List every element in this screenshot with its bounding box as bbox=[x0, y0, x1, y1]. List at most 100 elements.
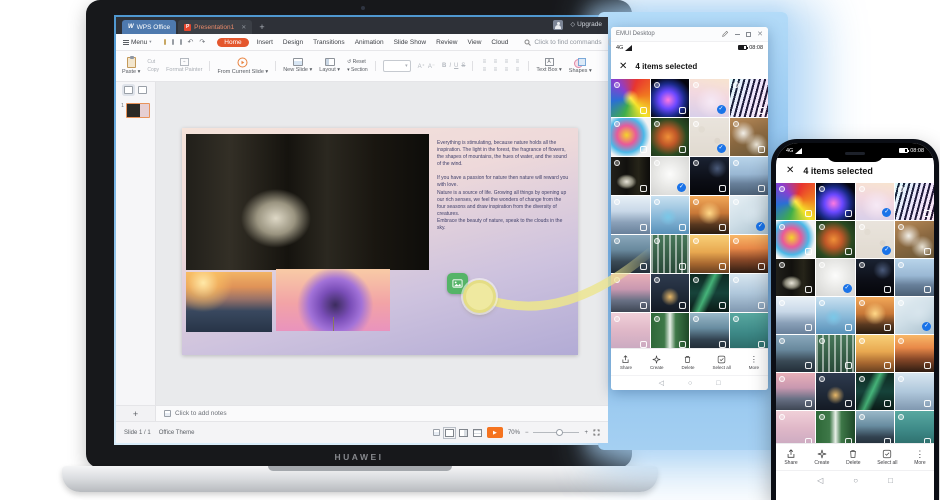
checkbox-empty-icon[interactable] bbox=[805, 400, 812, 407]
emui-window-titlebar[interactable]: EMUI Desktop ✕ bbox=[611, 27, 768, 42]
tab-design[interactable]: Design bbox=[281, 38, 305, 47]
photo-thumb-pink-snow-path[interactable] bbox=[611, 313, 650, 348]
checkbox-empty-icon[interactable] bbox=[924, 286, 931, 293]
recents-button[interactable]: □ bbox=[716, 380, 720, 387]
photo-thumb-forest-bride[interactable] bbox=[611, 157, 650, 195]
photo-thumb-pink-snow-path[interactable] bbox=[776, 411, 815, 444]
checkbox-empty-icon[interactable] bbox=[845, 248, 852, 255]
slide-editing-area[interactable]: Everything is stimulating, because natur… bbox=[156, 82, 608, 405]
back-button[interactable]: ◁ bbox=[817, 476, 823, 500]
photo-thumb-rocky-coast[interactable] bbox=[856, 411, 895, 444]
from-current-slide-button[interactable]: From Current Slide ▾ bbox=[217, 57, 268, 75]
checkbox-empty-icon[interactable] bbox=[805, 324, 812, 331]
photo-thumb-river-boats[interactable] bbox=[895, 411, 934, 444]
photo-thumb-neon-flower[interactable] bbox=[816, 183, 855, 220]
photo-thumb-jungle-waterfall[interactable] bbox=[651, 313, 690, 348]
photo-thumb-rainbow-flower[interactable] bbox=[611, 79, 650, 117]
redo-icon[interactable]: ↷ bbox=[199, 39, 205, 46]
photo-thumb-snowy-blue-peak[interactable] bbox=[895, 373, 934, 410]
photo-thumb-waterfall-cascades[interactable] bbox=[651, 235, 690, 273]
photo-thumb-rainbow-flower[interactable] bbox=[776, 183, 815, 220]
photo-thumb-piano-keys[interactable] bbox=[895, 183, 934, 220]
checkbox-empty-icon[interactable] bbox=[805, 286, 812, 293]
paste-button[interactable]: Paste ▾ bbox=[122, 57, 140, 75]
photo-thumb-butterfly-flowers[interactable] bbox=[816, 221, 855, 258]
zoom-in-button[interactable]: + bbox=[584, 430, 588, 436]
drag-cursor-indicator[interactable] bbox=[463, 280, 496, 313]
wps-office-tab[interactable]: W WPS Office bbox=[122, 20, 176, 34]
slide-photo-forest-bride[interactable] bbox=[186, 134, 429, 270]
command-search[interactable]: Click to find commands bbox=[524, 39, 601, 46]
checkbox-empty-icon[interactable] bbox=[758, 107, 765, 114]
checkbox-empty-icon[interactable] bbox=[719, 224, 726, 231]
checkbox-empty-icon[interactable] bbox=[924, 248, 931, 255]
tab-animation[interactable]: Animation bbox=[353, 38, 386, 47]
layout-button[interactable]: Layout ▾ bbox=[319, 58, 340, 73]
checkbox-empty-icon[interactable] bbox=[805, 362, 812, 369]
photo-thumb-night-trees[interactable] bbox=[856, 259, 895, 296]
photo-thumb-white-flowers-autumn[interactable] bbox=[895, 221, 934, 258]
checkbox-empty-icon[interactable] bbox=[805, 248, 812, 255]
close-icon[interactable]: ✕ bbox=[757, 31, 763, 38]
increase-font-icon[interactable]: A⁺ bbox=[418, 63, 425, 70]
photo-thumb-blue-dress-lake[interactable] bbox=[651, 196, 690, 234]
pen-icon[interactable] bbox=[721, 30, 729, 38]
checkbox-empty-icon[interactable] bbox=[640, 341, 647, 348]
photo-thumb-city-dusk[interactable] bbox=[611, 274, 650, 312]
shapes-button[interactable]: Shapes ▾ bbox=[569, 58, 592, 74]
checkbox-empty-icon[interactable] bbox=[640, 302, 647, 309]
photo-thumb-piano-keys[interactable] bbox=[730, 79, 769, 117]
reset-button[interactable]: ↺ Reset bbox=[347, 59, 368, 65]
notes-toggle-icon[interactable] bbox=[433, 429, 440, 436]
slide-photo-purple-flower[interactable] bbox=[276, 269, 390, 331]
format-painter-button[interactable]: ⌁ Format Painter bbox=[166, 58, 202, 73]
photo-thumb-pebbles[interactable]: ✓ bbox=[690, 118, 729, 156]
slideshow-play-button[interactable]: ▶ bbox=[487, 427, 503, 438]
account-avatar[interactable] bbox=[553, 20, 563, 30]
copy-button[interactable]: Copy bbox=[147, 67, 159, 73]
checkbox-empty-icon[interactable] bbox=[845, 210, 852, 217]
tab-cloud[interactable]: Cloud bbox=[489, 38, 510, 47]
italic-button[interactable]: I bbox=[449, 63, 451, 69]
photo-thumb-bridge-night[interactable] bbox=[651, 274, 690, 312]
photo-thumb-aurora[interactable] bbox=[856, 373, 895, 410]
print-icon[interactable] bbox=[180, 39, 182, 45]
photo-thumb-jungle-waterfall[interactable] bbox=[816, 411, 855, 444]
photo-thumb-lake-rocks[interactable]: ✓ bbox=[730, 196, 769, 234]
new-slide-button[interactable]: New Slide ▾ bbox=[283, 58, 312, 73]
undo-icon[interactable]: ↶ bbox=[188, 39, 194, 46]
home-button[interactable]: ○ bbox=[853, 476, 858, 500]
home-button[interactable]: ○ bbox=[688, 380, 692, 387]
tab-review[interactable]: Review bbox=[434, 38, 459, 47]
photo-thumb-river-boats[interactable] bbox=[730, 313, 769, 348]
minimize-icon[interactable] bbox=[735, 34, 740, 35]
recents-button[interactable]: □ bbox=[888, 476, 893, 500]
document-tab[interactable]: P Presentation1 ✕ bbox=[178, 20, 252, 34]
open-file-icon[interactable] bbox=[164, 39, 166, 45]
checkbox-empty-icon[interactable] bbox=[884, 324, 891, 331]
checkbox-empty-icon[interactable] bbox=[719, 185, 726, 192]
photo-thumb-bridge-night[interactable] bbox=[816, 373, 855, 410]
photo-thumb-gray-flower[interactable]: ✓ bbox=[651, 157, 690, 195]
photo-thumb-sea-stacks[interactable] bbox=[776, 335, 815, 372]
photo-thumb-snowy-valley[interactable] bbox=[776, 297, 815, 334]
tab-insert[interactable]: Insert bbox=[255, 38, 275, 47]
tab-slide-show[interactable]: Slide Show bbox=[392, 38, 429, 47]
photo-thumb-butterfly-flowers[interactable] bbox=[651, 118, 690, 156]
photo-thumb-snowy-valley[interactable] bbox=[611, 196, 650, 234]
checkbox-empty-icon[interactable] bbox=[884, 400, 891, 407]
add-slide-button[interactable]: + bbox=[116, 405, 156, 421]
checkbox-empty-icon[interactable] bbox=[845, 362, 852, 369]
photo-thumb-sunset-tree[interactable] bbox=[690, 196, 729, 234]
photo-thumb-night-trees[interactable] bbox=[690, 157, 729, 195]
photo-thumb-rainbow-bird-art[interactable] bbox=[611, 118, 650, 156]
section-button[interactable]: ▾ Section bbox=[347, 67, 368, 73]
slides-view-toggle[interactable] bbox=[124, 86, 133, 94]
cancel-selection-icon[interactable]: ✕ bbox=[619, 61, 627, 72]
checkbox-empty-icon[interactable] bbox=[679, 302, 686, 309]
checkbox-empty-icon[interactable] bbox=[679, 107, 686, 114]
photo-thumb-lake-rocks[interactable]: ✓ bbox=[895, 297, 934, 334]
checkbox-empty-icon[interactable] bbox=[679, 224, 686, 231]
checkbox-empty-icon[interactable] bbox=[924, 210, 931, 217]
photo-thumb-golden-field[interactable] bbox=[690, 235, 729, 273]
